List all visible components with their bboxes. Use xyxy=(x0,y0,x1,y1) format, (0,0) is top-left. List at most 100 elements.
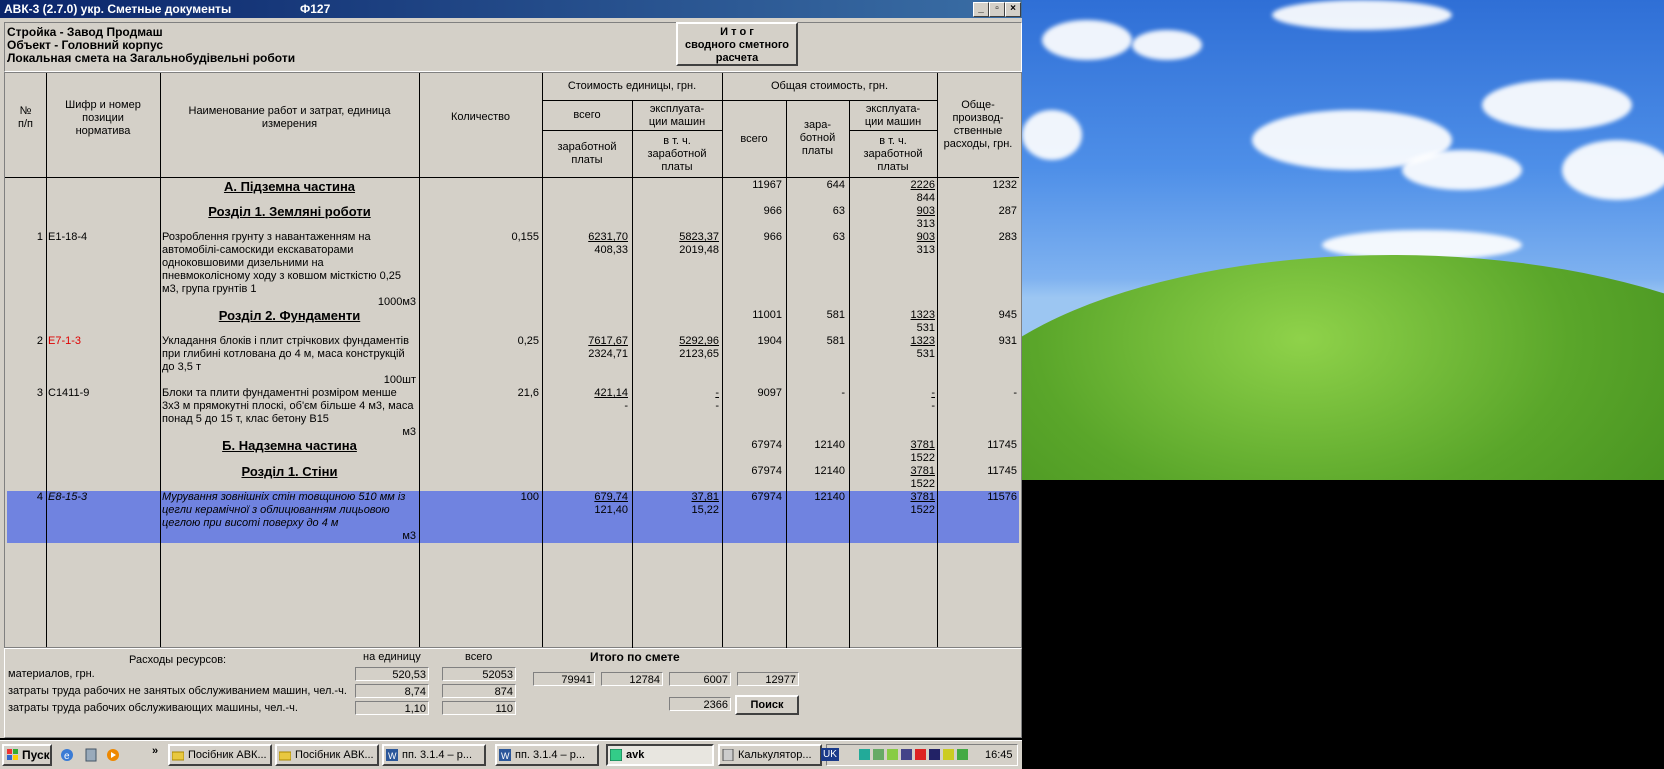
search-button[interactable]: Поиск xyxy=(735,695,799,715)
part-title: Б. Надземна частина xyxy=(222,438,357,453)
col-header-unit-mach-wage: в т. ч. заработной платы xyxy=(647,135,707,173)
row-mach: 903 xyxy=(916,205,935,217)
row-mach: 1323 xyxy=(910,309,935,321)
row-total: 9097 xyxy=(757,387,782,399)
row-total: 11001 xyxy=(752,309,782,321)
title-bar[interactable]: АВК-3 (2.7.0) укр. Сметные документы Ф12… xyxy=(0,0,1022,18)
col-header-unit-cost: Стоимость единицы, грн. xyxy=(567,80,697,92)
folder-icon xyxy=(172,751,184,761)
row-wage: 12140 xyxy=(814,465,845,477)
row-wage: 581 xyxy=(826,309,845,321)
col-header-qty: Количество xyxy=(450,111,511,123)
taskbar-item-folder2[interactable]: Посібник АВК... xyxy=(275,744,379,766)
col-header-total-mach: эксплуата- ции машин xyxy=(864,103,922,128)
row-unit-mach: 37,81 xyxy=(691,491,719,503)
row-unit-mach-wage: 2019,48 xyxy=(679,244,719,256)
clock: 16:45 xyxy=(985,749,1013,761)
itog-title: Итого по смете xyxy=(590,650,680,664)
row-total: 67974 xyxy=(751,439,782,451)
window-title: АВК-3 (2.7.0) укр. Сметные документы xyxy=(4,2,232,16)
row-mach: 2226 xyxy=(910,179,935,191)
labor2-total: 110 xyxy=(442,701,516,715)
row-mach-wage: 1522 xyxy=(910,478,935,490)
row-num: 3 xyxy=(36,387,43,399)
row-overhead: - xyxy=(1013,387,1017,399)
row-unit-mach-wage: 15,22 xyxy=(691,504,719,516)
itog-total: 79941 xyxy=(533,672,595,686)
row-unit-mach: 5823,37 xyxy=(679,231,719,243)
taskbar-item-label: пп. 3.1.4 – р... xyxy=(515,749,586,761)
row-name-line: Блоки та плити фундаментні розміром менш… xyxy=(162,387,397,399)
document-header: Стройка - Завод Продмаш Объект - Головни… xyxy=(4,22,1022,72)
taskbar-item-label: Посібник АВК... xyxy=(188,749,267,761)
tray-icons[interactable] xyxy=(859,748,969,762)
materials-per-unit: 520,53 xyxy=(355,667,429,681)
row-overhead: 931 xyxy=(998,335,1017,347)
row-code: Е1-18-4 xyxy=(48,231,88,243)
row-mach: 3781 xyxy=(910,439,935,451)
row-total: 966 xyxy=(763,231,782,243)
materials-label: материалов, грн. xyxy=(8,668,95,680)
estimate-table[interactable]: № п/п Шифр и номер позиции норматива Наи… xyxy=(4,72,1022,675)
row-unit: 100шт xyxy=(383,374,416,386)
col-header-unit-total: всего xyxy=(573,109,601,121)
row-overhead: 11745 xyxy=(987,439,1017,451)
taskbar-item-calculator[interactable]: Калькулятор... xyxy=(718,744,822,766)
row-num: 4 xyxy=(36,491,43,503)
row-unit-wage: 408,33 xyxy=(594,244,628,256)
row-num: 2 xyxy=(36,335,43,347)
col-header-name: Наименование работ и затрат, единица изм… xyxy=(188,105,391,130)
row-wage: 12140 xyxy=(814,491,845,503)
ie-icon[interactable]: e xyxy=(60,748,74,762)
itog-mach-wage: 2366 xyxy=(669,697,731,711)
row-unit-total: 421,14 xyxy=(594,387,628,399)
document-icon[interactable] xyxy=(84,748,98,762)
row-mach-wage: 1522 xyxy=(910,452,935,464)
row-overhead: 287 xyxy=(998,205,1017,217)
col-header-unit-wage: заработной платы xyxy=(557,141,617,166)
col-header-total-wage: зара- ботной платы xyxy=(799,119,836,157)
taskbar-item-word2[interactable]: W пп. 3.1.4 – р... xyxy=(495,744,599,766)
row-num: 1 xyxy=(36,231,43,243)
svg-text:W: W xyxy=(388,751,397,761)
row-mach-wage: 531 xyxy=(916,348,935,360)
taskbar-more-chevron[interactable]: » xyxy=(152,745,158,758)
row-overhead: 11576 xyxy=(987,491,1017,503)
start-button[interactable]: Пуск xyxy=(2,744,52,766)
close-button[interactable]: × xyxy=(1005,2,1021,17)
labor2-label: затраты труда рабочих обслуживающих маши… xyxy=(8,702,298,714)
itog-mach: 6007 xyxy=(669,672,731,686)
row-unit-mach-wage: - xyxy=(715,400,719,412)
row-name-line: автомобілі-самоскиди екскаваторами xyxy=(162,244,354,256)
labor1-label: затраты труда рабочих не занятых обслужи… xyxy=(8,685,347,697)
object-label: Объект - Головний корпус xyxy=(7,38,164,52)
labor2-per-unit: 1,10 xyxy=(355,701,429,715)
taskbar-item-word1[interactable]: W пп. 3.1.4 – р... xyxy=(382,744,486,766)
language-indicator[interactable]: UK xyxy=(821,748,839,761)
avk-app-icon xyxy=(610,749,622,761)
taskbar-item-avk[interactable]: avk xyxy=(606,744,714,766)
row-mach-wage: 313 xyxy=(916,244,935,256)
row-name-line: цеглою при висоті поверху до 4 м xyxy=(162,517,339,529)
row-unit: м3 xyxy=(402,530,416,542)
row-code: Е8-15-3 xyxy=(48,491,88,503)
media-player-icon[interactable] xyxy=(106,748,120,762)
summary-estimate-button[interactable]: И т о г сводного сметного расчета xyxy=(676,22,798,66)
row-unit-mach: 5292,96 xyxy=(679,335,719,347)
labor1-total: 874 xyxy=(442,684,516,698)
svg-text:e: e xyxy=(64,751,70,762)
maximize-button[interactable]: ▫ xyxy=(989,2,1005,17)
word-document-icon: W xyxy=(386,749,398,761)
row-unit-mach-wage: 2123,65 xyxy=(679,348,719,360)
minimize-button[interactable]: _ xyxy=(973,2,989,17)
taskbar-item-label: Посібник АВК... xyxy=(295,749,374,761)
row-wage: 581 xyxy=(826,335,845,347)
row-qty: 100 xyxy=(520,491,539,503)
taskbar-item-folder1[interactable]: Посібник АВК... xyxy=(168,744,272,766)
row-overhead: 11745 xyxy=(987,465,1017,477)
row-overhead: 283 xyxy=(998,231,1017,243)
system-tray: UK 16:45 xyxy=(821,744,1018,766)
section-title: Розділ 2. Фундаменти xyxy=(218,308,361,323)
summary-button-line3: расчета xyxy=(715,52,759,64)
row-name-line: цегли керамічної з облицюванням лицьовою xyxy=(162,504,390,516)
